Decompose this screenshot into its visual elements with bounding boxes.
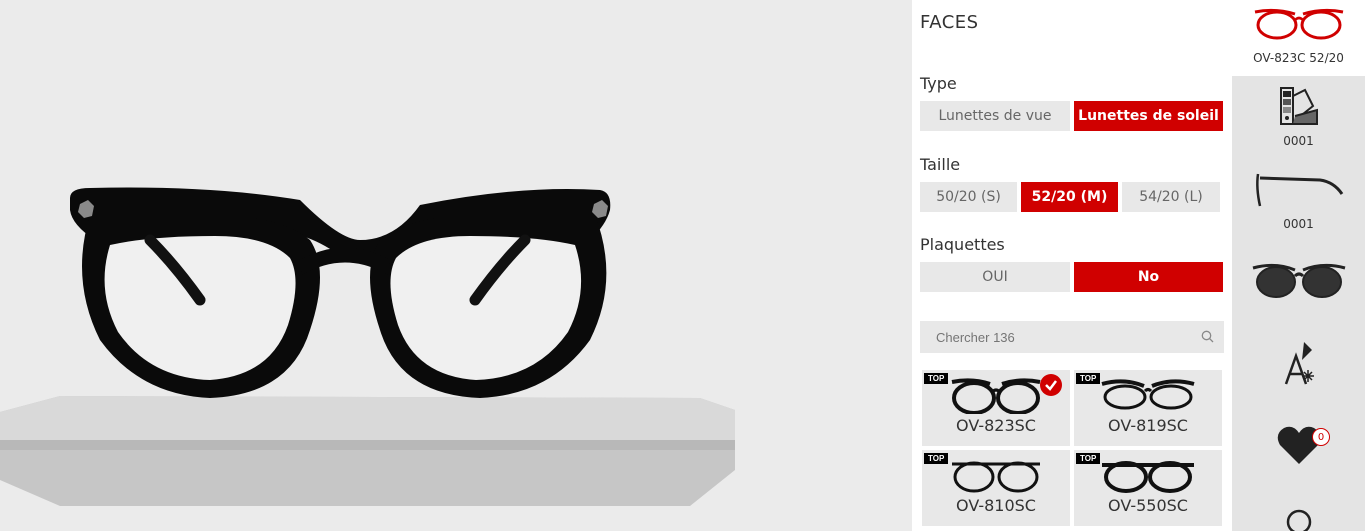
temple-icon[interactable] bbox=[1254, 168, 1346, 212]
product-card-ov-823sc[interactable]: TOP OV-823SC bbox=[922, 370, 1070, 446]
top-badge: TOP bbox=[924, 453, 949, 464]
size-option-s[interactable]: 50/20 (S) bbox=[920, 182, 1017, 212]
type-label: Type bbox=[920, 74, 957, 93]
sunglasses-icon[interactable] bbox=[1251, 258, 1347, 302]
size-label: Taille bbox=[920, 155, 961, 174]
pads-option-no[interactable]: No bbox=[1074, 262, 1223, 292]
brand-title: FACES bbox=[920, 12, 979, 33]
size-option-l[interactable]: 54/20 (L) bbox=[1122, 182, 1220, 212]
search-input[interactable] bbox=[934, 329, 1198, 346]
product-glasses-icon bbox=[1101, 379, 1195, 410]
config-panel: FACES Type Lunettes de vue Lunettes de s… bbox=[912, 0, 1232, 531]
viewer-3d[interactable] bbox=[0, 0, 912, 531]
top-badge: TOP bbox=[1076, 453, 1101, 464]
current-model[interactable]: OV-823C 52/20 bbox=[1232, 0, 1365, 76]
product-name: OV-550SC bbox=[1108, 496, 1188, 515]
search-icon[interactable] bbox=[1201, 330, 1214, 343]
current-model-label: OV-823C 52/20 bbox=[1253, 51, 1344, 65]
pads-label: Plaquettes bbox=[920, 235, 1005, 254]
color-code: 0001 bbox=[1283, 134, 1314, 148]
right-rail: OV-823C 52/20 0001 0001 0 bbox=[1232, 0, 1365, 531]
color-palette-icon[interactable] bbox=[1277, 84, 1321, 128]
temple-code: 0001 bbox=[1283, 217, 1314, 231]
product-name: OV-819SC bbox=[1108, 416, 1188, 435]
product-card-ov-550sc[interactable]: TOP OV-550SC bbox=[1074, 450, 1222, 526]
product-name: OV-810SC bbox=[956, 496, 1036, 515]
type-option-vue[interactable]: Lunettes de vue bbox=[920, 101, 1070, 131]
pads-option-oui[interactable]: OUI bbox=[920, 262, 1070, 292]
product-card-ov-819sc[interactable]: TOP OV-819SC bbox=[1074, 370, 1222, 446]
glasses-3d-render[interactable] bbox=[0, 0, 912, 531]
search-box bbox=[920, 321, 1224, 353]
product-glasses-icon bbox=[952, 461, 1040, 493]
product-name: OV-823SC bbox=[956, 416, 1036, 435]
size-option-m[interactable]: 52/20 (M) bbox=[1021, 182, 1118, 212]
top-badge: TOP bbox=[924, 373, 949, 384]
favorites-count-badge: 0 bbox=[1312, 428, 1330, 446]
top-badge: TOP bbox=[1076, 373, 1101, 384]
search-icon[interactable] bbox=[1285, 508, 1313, 531]
current-glasses-icon bbox=[1254, 8, 1344, 40]
selected-check-icon bbox=[1040, 374, 1062, 396]
type-option-soleil[interactable]: Lunettes de soleil bbox=[1074, 101, 1223, 131]
product-card-ov-810sc[interactable]: TOP OV-810SC bbox=[922, 450, 1070, 526]
engraving-icon[interactable] bbox=[1282, 340, 1318, 388]
product-glasses-icon bbox=[1102, 461, 1194, 493]
product-glasses-icon bbox=[951, 378, 1041, 414]
